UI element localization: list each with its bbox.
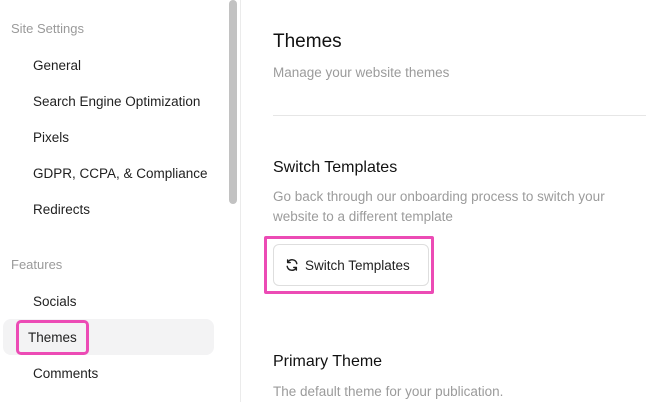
section-label-site-settings: Site Settings	[11, 21, 84, 36]
sidebar-item-label: Redirects	[33, 201, 91, 217]
settings-sidebar: Site Settings General Search Engine Opti…	[0, 0, 226, 402]
sidebar-divider	[240, 0, 241, 402]
sidebar-item-pixels[interactable]: Pixels	[3, 119, 214, 155]
sidebar-item-socials[interactable]: Socials	[3, 283, 214, 319]
sidebar-item-seo[interactable]: Search Engine Optimization	[3, 83, 214, 119]
switch-templates-heading: Switch Templates	[273, 159, 398, 176]
sidebar-item-label: GDPR, CCPA, & Compliance	[33, 165, 208, 181]
sidebar-item-themes[interactable]: Themes	[3, 319, 214, 355]
refresh-icon	[286, 259, 298, 271]
sidebar-item-label: Socials	[33, 293, 77, 309]
sidebar-item-comments[interactable]: Comments	[3, 355, 214, 391]
sidebar-item-redirects[interactable]: Redirects	[3, 191, 214, 227]
switch-templates-description-line2: website to a different template	[273, 209, 453, 224]
sidebar-item-label: General	[33, 57, 82, 73]
page-subtitle: Manage your website themes	[273, 65, 450, 80]
sidebar-item-label: Comments	[33, 365, 99, 381]
primary-theme-description: The default theme for your publication.	[273, 384, 504, 399]
section-divider	[273, 115, 646, 116]
section-label-features: Features	[11, 257, 63, 272]
main-content: Themes Manage your website themes Switch…	[264, 0, 646, 402]
sidebar-item-label: Search Engine Optimization	[33, 93, 201, 109]
switch-templates-button[interactable]: Switch Templates	[273, 244, 429, 286]
sidebar-scrollbar[interactable]	[229, 0, 237, 204]
sidebar-item-compliance[interactable]: GDPR, CCPA, & Compliance	[3, 155, 214, 191]
switch-templates-button-label: Switch Templates	[305, 257, 410, 273]
switch-templates-description-line1: Go back through our onboarding process t…	[273, 189, 605, 204]
sidebar-item-general[interactable]: General	[3, 47, 214, 83]
sidebar-item-label: Themes	[16, 319, 89, 355]
primary-theme-heading: Primary Theme	[273, 353, 383, 370]
page-title: Themes	[273, 31, 342, 52]
sidebar-item-label: Pixels	[33, 129, 70, 145]
